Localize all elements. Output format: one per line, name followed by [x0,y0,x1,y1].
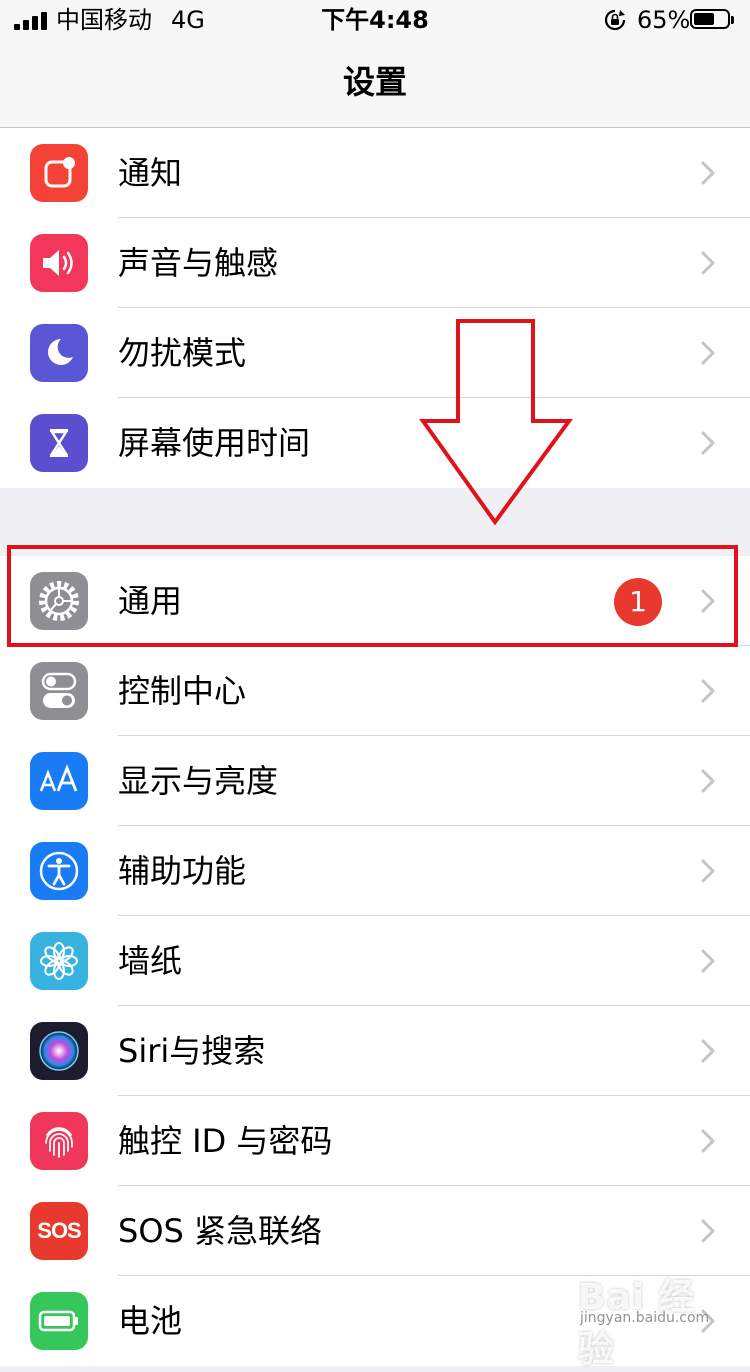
notifications-icon [30,144,88,202]
siri-icon [30,1022,88,1080]
settings-group-2: 通用 1 控制中心 显示与亮度 辅助功能 墙纸 Siri与搜索 触控 ID 与密… [0,556,750,1366]
settings-row-label: 墙纸 [118,942,183,980]
settings-row-label: 辅助功能 [118,852,247,890]
settings-row-sounds[interactable]: 声音与触感 [0,218,750,308]
chevron-right-icon [701,859,715,883]
gear-icon [30,572,88,630]
settings-row-label: 勿扰模式 [118,334,247,372]
settings-row-label: 显示与亮度 [118,762,279,800]
orientation-lock-icon [604,9,626,31]
watermark-sub: jingyan.baidu.com [580,1310,710,1326]
settings-row-siri[interactable]: Siri与搜索 [0,1006,750,1096]
settings-row-do-not-disturb[interactable]: 勿扰模式 [0,308,750,398]
accessibility-icon [30,842,88,900]
chevron-right-icon [701,769,715,793]
chevron-right-icon [701,341,715,365]
settings-row-label: Siri与搜索 [118,1032,266,1070]
chevron-right-icon [701,1219,715,1243]
battery-icon [690,9,734,29]
moon-icon [30,324,88,382]
settings-row-screen-time[interactable]: 屏幕使用时间 [0,398,750,488]
status-bar: 中国移动 4G 下午4:48 65% [0,0,750,40]
text-size-icon [30,752,88,810]
settings-group-1: 通知 声音与触感 勿扰模式 屏幕使用时间 [0,128,750,488]
settings-row-notifications[interactable]: 通知 [0,128,750,218]
settings-row-label: 控制中心 [118,672,247,710]
flower-icon [30,932,88,990]
chevron-right-icon [701,1129,715,1153]
battery-icon [30,1292,88,1350]
settings-row-touch-id[interactable]: 触控 ID 与密码 [0,1096,750,1186]
baidu-watermark: Bai 经验 jingyan.baidu.com [578,1262,728,1370]
battery-percent: 65% [637,6,691,34]
page-title: 设置 [342,63,407,101]
chevron-right-icon [701,679,715,703]
settings-row-label: 触控 ID 与密码 [118,1122,333,1160]
sos-icon-text: SOS [37,1218,81,1243]
settings-row-label: 通知 [118,154,183,192]
settings-row-accessibility[interactable]: 辅助功能 [0,826,750,916]
settings-row-control-center[interactable]: 控制中心 [0,646,750,736]
settings-row-label: 通用 [118,582,183,620]
nav-bar: 设置 [0,40,750,128]
settings-row-label: 声音与触感 [118,244,279,282]
hourglass-icon [30,414,88,472]
notification-badge: 1 [614,578,662,626]
chevron-right-icon [701,949,715,973]
settings-row-label: 电池 [118,1302,183,1340]
settings-row-general[interactable]: 通用 1 [0,556,750,646]
sos-icon: SOS [30,1202,88,1260]
fingerprint-icon [30,1112,88,1170]
chevron-right-icon [701,161,715,185]
settings-row-label: SOS 紧急联络 [118,1212,322,1250]
chevron-right-icon [701,431,715,455]
settings-row-wallpaper[interactable]: 墙纸 [0,916,750,1006]
settings-row-display[interactable]: 显示与亮度 [0,736,750,826]
chevron-right-icon [701,589,715,613]
chevron-right-icon [701,1039,715,1063]
sounds-icon [30,234,88,292]
chevron-right-icon [701,251,715,275]
settings-row-label: 屏幕使用时间 [118,424,311,462]
toggles-icon [30,662,88,720]
